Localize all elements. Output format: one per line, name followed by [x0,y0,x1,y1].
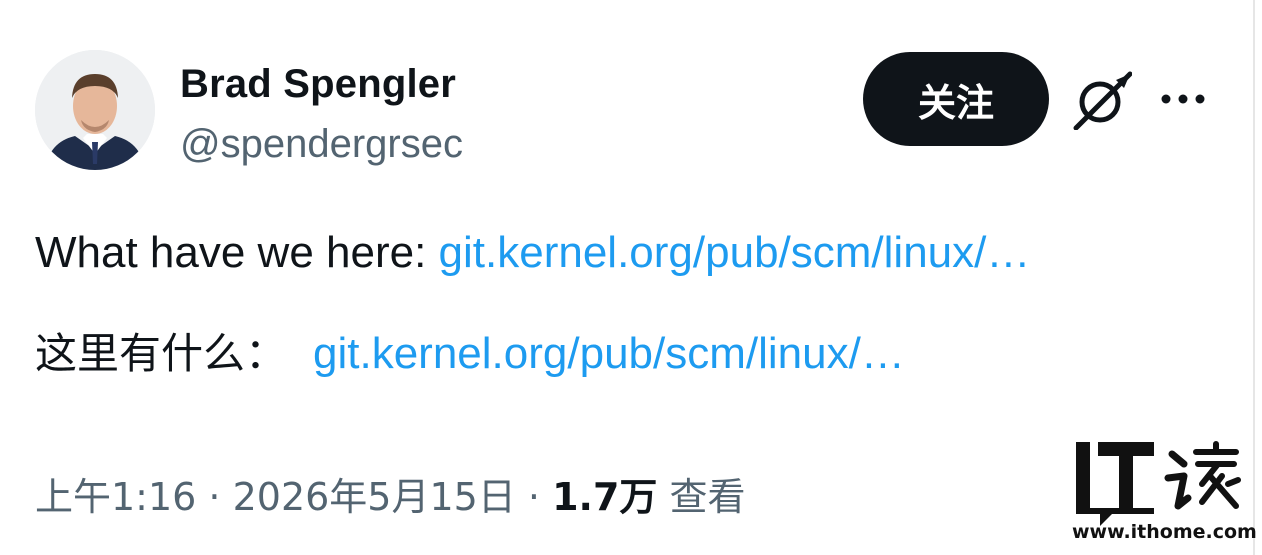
views-label: 查看 [657,475,746,519]
tweet-translation-link[interactable]: git.kernel.org/pub/scm/linux/… [313,329,905,378]
more-icon[interactable] [1158,84,1208,114]
meta-separator: · [196,475,233,519]
author-handle[interactable]: @spendergrsec [180,122,463,167]
tweet-translation-text: 这里有什么： [35,329,288,378]
tweet-time[interactable]: 上午1:16 [35,475,196,519]
follow-button[interactable]: 关注 [863,52,1049,146]
tweet-meta: 上午1:16 · 2026年5月15日 · 1.7万 查看 [35,466,746,521]
avatar-image [35,50,155,170]
tweet-text-line-translation: 这里有什么： git.kernel.org/pub/scm/linux/… [35,320,905,381]
tweet-text: What have we here: [35,228,439,277]
tweet-date[interactable]: 2026年5月15日 [233,475,516,519]
views-count: 1.7万 [552,475,658,519]
tweet-link[interactable]: git.kernel.org/pub/scm/linux/… [439,228,1031,277]
tweet-card: Brad Spengler @spendergrsec 关注 What have… [0,0,1262,555]
watermark-url: www.ithome.com [1072,521,1257,543]
avatar[interactable] [35,50,155,170]
author-display-name[interactable]: Brad Spengler [180,62,456,107]
tweet-text-line-english: What have we here: git.kernel.org/pub/sc… [35,228,1030,278]
meta-separator: · [515,475,553,519]
divider [1253,0,1255,555]
grok-icon[interactable] [1072,70,1132,130]
